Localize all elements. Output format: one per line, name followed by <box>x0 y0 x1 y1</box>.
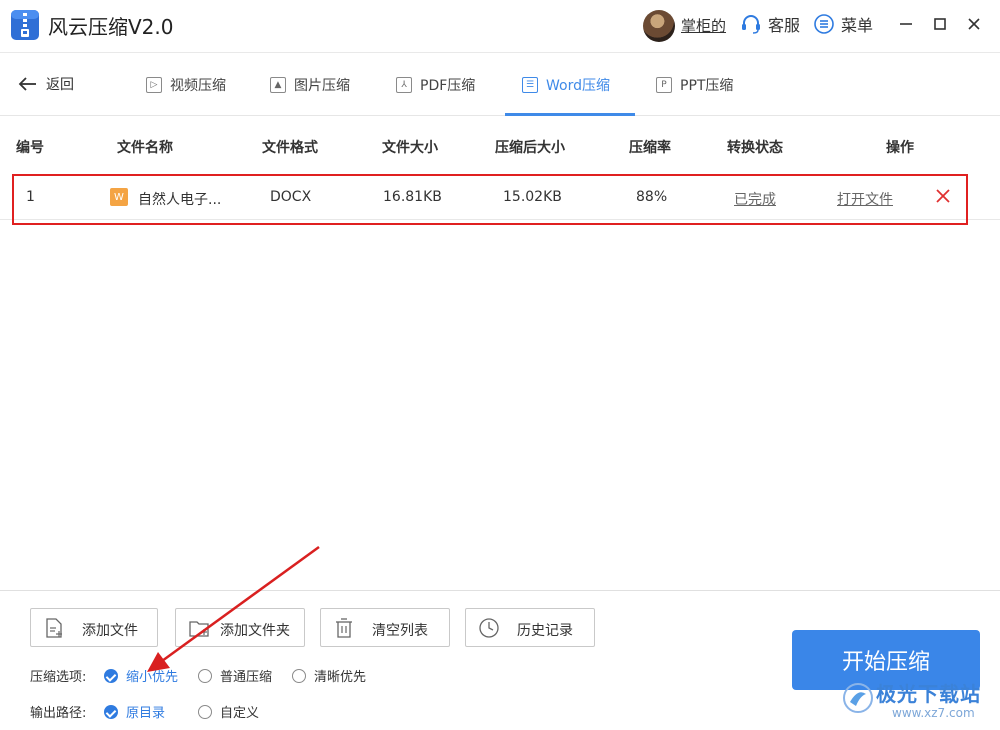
add-folder-label: 添加文件夹 <box>220 623 290 639</box>
trash-icon <box>336 618 352 638</box>
radio-shrink-first-label: 缩小优先 <box>126 670 179 685</box>
radio-custom-dir-label: 自定义 <box>220 706 260 721</box>
add-file-button[interactable]: 添加文件 <box>30 608 158 647</box>
tab-pdf[interactable]: ⅄ PDF压缩 <box>396 53 475 116</box>
arrow-left-icon <box>18 77 36 91</box>
radio-clarity-first[interactable]: 清晰优先 <box>292 666 366 685</box>
maximize-button[interactable] <box>930 14 950 34</box>
header-ratio: 压缩率 <box>629 140 671 156</box>
image-icon: ▲ <box>270 76 286 93</box>
add-file-icon <box>46 618 62 638</box>
header-format: 文件格式 <box>262 140 318 156</box>
close-window-button[interactable] <box>964 14 984 34</box>
watermark: 极光下载站 www.xz7.com <box>840 676 996 726</box>
radio-checked-icon <box>104 668 118 683</box>
radio-unchecked-icon <box>198 704 212 719</box>
header-action: 操作 <box>886 140 914 156</box>
user-avatar[interactable] <box>643 10 675 42</box>
tab-image[interactable]: ▲ 图片压缩 <box>270 53 350 116</box>
radio-normal[interactable]: 普通压缩 <box>198 666 272 685</box>
service-button[interactable]: 客服 <box>740 13 800 35</box>
menu-icon <box>814 14 834 34</box>
tab-word[interactable]: ☰ Word压缩 <box>522 53 610 116</box>
radio-shrink-first[interactable]: 缩小优先 <box>104 666 178 685</box>
service-label: 客服 <box>768 16 801 35</box>
folder-icon <box>189 621 209 637</box>
tab-word-label: Word压缩 <box>546 77 610 94</box>
radio-unchecked-icon <box>198 668 212 683</box>
tab-ppt-label: PPT压缩 <box>680 77 734 94</box>
tab-image-label: 图片压缩 <box>294 77 350 94</box>
user-name-link[interactable]: 掌柜的 <box>681 15 726 36</box>
headset-icon <box>742 15 760 34</box>
clear-list-button[interactable]: 清空列表 <box>320 608 450 647</box>
nav-bar: 返回 ▷ 视频压缩 ▲ 图片压缩 ⅄ PDF压缩 ☰ Word压缩 P PPT压… <box>0 52 1000 116</box>
history-button[interactable]: 历史记录 <box>465 608 595 647</box>
watermark-name: 极光下载站 <box>876 682 981 706</box>
menu-button[interactable]: 菜单 <box>813 13 873 35</box>
tab-video[interactable]: ▷ 视频压缩 <box>146 53 226 116</box>
ppt-icon: P <box>656 76 672 93</box>
back-label: 返回 <box>46 77 74 93</box>
maximize-icon <box>934 18 946 30</box>
active-tab-indicator <box>505 113 635 116</box>
header-index: 编号 <box>16 140 44 156</box>
table-header: 编号 文件名称 文件格式 文件大小 压缩后大小 压缩率 转换状态 操作 <box>0 130 1000 160</box>
radio-original-dir[interactable]: 原目录 <box>104 702 165 721</box>
clear-list-label: 清空列表 <box>372 623 428 639</box>
radio-custom-dir[interactable]: 自定义 <box>198 702 259 721</box>
compress-options-label: 压缩选项: <box>30 670 87 685</box>
radio-unchecked-icon <box>292 668 306 683</box>
word-icon: ☰ <box>522 76 538 93</box>
tab-pdf-label: PDF压缩 <box>420 77 476 94</box>
header-compressed-size: 压缩后大小 <box>495 140 565 156</box>
minimize-icon <box>900 23 912 25</box>
add-folder-button[interactable]: 添加文件夹 <box>175 608 305 647</box>
menu-label: 菜单 <box>841 16 874 35</box>
radio-clarity-first-label: 清晰优先 <box>314 670 367 685</box>
history-label: 历史记录 <box>517 623 573 639</box>
header-file-name: 文件名称 <box>117 140 173 156</box>
pdf-icon: ⅄ <box>396 76 412 93</box>
output-path-label: 输出路径: <box>30 706 87 721</box>
radio-normal-label: 普通压缩 <box>220 670 273 685</box>
watermark-logo-icon <box>843 683 873 713</box>
title-bar: 风云压缩V2.0 掌柜的 客服 菜单 <box>0 0 1000 50</box>
watermark-url: www.xz7.com <box>892 706 975 720</box>
tab-video-label: 视频压缩 <box>170 77 226 94</box>
radio-checked-icon <box>104 704 118 719</box>
radio-original-dir-label: 原目录 <box>126 706 166 721</box>
add-file-label: 添加文件 <box>82 623 138 639</box>
minimize-button[interactable] <box>896 14 916 34</box>
header-size: 文件大小 <box>382 140 438 156</box>
app-logo-icon <box>11 10 39 40</box>
tab-ppt[interactable]: P PPT压缩 <box>656 53 733 116</box>
video-icon: ▷ <box>146 76 162 93</box>
app-window: 风云压缩V2.0 掌柜的 客服 菜单 返回 ▷ 视频压缩 ▲ 图片压缩 ⅄ PD… <box>0 0 1000 730</box>
header-status: 转换状态 <box>727 140 783 156</box>
row-highlight-box <box>12 174 968 225</box>
clock-icon <box>479 618 499 638</box>
back-button[interactable]: 返回 <box>18 74 74 94</box>
close-icon <box>968 18 980 30</box>
app-title: 风云压缩V2.0 <box>48 15 174 39</box>
